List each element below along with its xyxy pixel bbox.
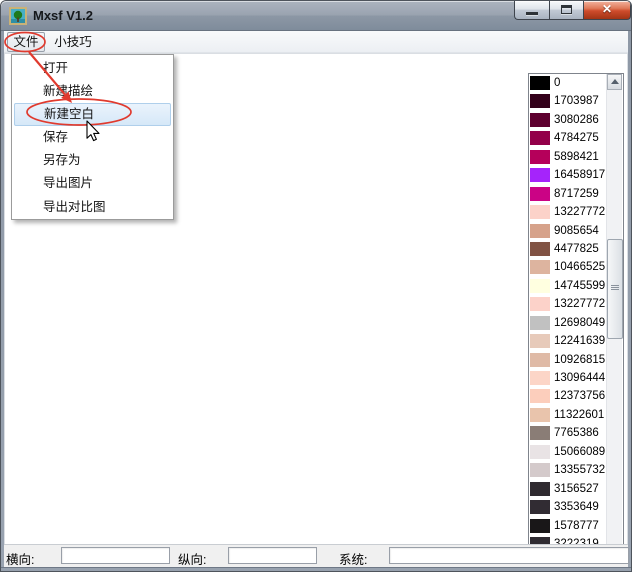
legend-value: 7765386 [554, 426, 599, 441]
maximize-icon [561, 5, 572, 14]
color-swatch [530, 113, 550, 127]
color-swatch [530, 389, 550, 403]
legend-value: 10926815 [554, 353, 605, 368]
scroll-up-icon [611, 79, 619, 84]
color-swatch [530, 76, 550, 90]
menu-item-1[interactable]: 新建描绘 [12, 80, 173, 103]
app-window: Mxsf V1.2 ✕ 文件 小技巧 0 1703987 3080286 478427… [0, 0, 632, 572]
color-swatch [530, 371, 550, 385]
close-button[interactable]: ✕ [584, 1, 631, 20]
legend-value: 14745599 [554, 279, 605, 294]
color-swatch [530, 242, 550, 256]
minimize-icon [526, 12, 538, 15]
file-menu: 打开新建描绘新建空白保存另存为导出图片导出对比图 [11, 54, 174, 220]
window-title: Mxsf V1.2 [33, 8, 93, 23]
color-swatch [530, 131, 550, 145]
color-swatch [530, 260, 550, 274]
color-swatch [530, 297, 550, 311]
color-swatch [530, 279, 550, 293]
color-swatch [530, 334, 550, 348]
legend-value: 8717259 [554, 187, 599, 202]
menu-item-2[interactable]: 新建空白 [14, 103, 171, 126]
menu-item-3[interactable]: 保存 [12, 126, 173, 149]
status-label-system: 系统: [339, 549, 367, 568]
color-swatch [530, 316, 550, 330]
status-label-vertical: 纵向: [178, 549, 206, 568]
color-swatch [530, 408, 550, 422]
legend-value: 12373756 [554, 389, 605, 404]
maximize-button[interactable] [549, 1, 584, 20]
color-swatch [530, 205, 550, 219]
color-swatch [530, 482, 550, 496]
color-swatch [530, 519, 550, 533]
color-swatch [530, 426, 550, 440]
legend-value: 13096444 [554, 371, 605, 386]
legend-value: 16458917 [554, 168, 605, 183]
color-swatch [530, 94, 550, 108]
menubar-item-tips[interactable]: 小技巧 [51, 32, 95, 52]
statusbar: 横向: 纵向: 系统: [4, 545, 628, 567]
legend-value: 15066089 [554, 445, 605, 460]
legend-value: 4477825 [554, 242, 599, 257]
legend-value: 5898421 [554, 150, 599, 165]
menu-item-0[interactable]: 打开 [12, 57, 173, 80]
legend-value: 0 [554, 76, 560, 91]
legend-value: 3353649 [554, 500, 599, 515]
color-swatch [530, 353, 550, 367]
color-swatch [530, 224, 550, 238]
legend-value: 12241639 [554, 334, 605, 349]
color-legend-panel: 0 1703987 3080286 4784275 5898421 16458917 871… [528, 73, 624, 547]
legend-value: 13227772 [554, 297, 605, 312]
menu-item-5[interactable]: 导出图片 [12, 172, 173, 195]
legend-value: 3080286 [554, 113, 599, 128]
window-frame-right [628, 31, 631, 571]
minimize-button[interactable] [514, 1, 549, 20]
titlebar[interactable]: Mxsf V1.2 ✕ [1, 1, 631, 31]
scrollbar-up-button[interactable] [607, 74, 622, 90]
color-swatch [530, 445, 550, 459]
menu-item-6[interactable]: 导出对比图 [12, 196, 173, 219]
color-swatch [530, 168, 550, 182]
window-controls: ✕ [514, 1, 631, 20]
legend-value: 1578777 [554, 519, 599, 534]
app-icon [9, 7, 27, 25]
color-swatch [530, 463, 550, 477]
legend-scrollbar[interactable] [606, 74, 622, 546]
color-swatch [530, 150, 550, 164]
legend-value: 10466525 [554, 260, 605, 275]
legend-value: 1703987 [554, 94, 599, 109]
menubar-item-file[interactable]: 文件 [7, 32, 45, 52]
status-input-system[interactable] [389, 547, 629, 564]
color-swatch [530, 500, 550, 514]
status-input-vertical[interactable] [228, 547, 317, 564]
close-icon: ✕ [584, 1, 630, 18]
scrollbar-thumb[interactable] [607, 239, 623, 339]
menubar: 文件 小技巧 [4, 31, 628, 53]
color-swatch [530, 187, 550, 201]
legend-value: 13355732 [554, 463, 605, 478]
legend-value: 4784275 [554, 131, 599, 146]
legend-value: 12698049 [554, 316, 605, 331]
status-input-horizontal[interactable] [61, 547, 170, 564]
legend-value: 9085654 [554, 224, 599, 239]
status-label-horizontal: 横向: [6, 549, 34, 568]
scrollbar-grip-icon [611, 285, 619, 290]
legend-value: 11322601 [554, 408, 604, 423]
legend-value: 13227772 [554, 205, 605, 220]
legend-value: 3156527 [554, 482, 599, 497]
window-frame-bottom [1, 567, 631, 571]
menu-item-4[interactable]: 另存为 [12, 149, 173, 172]
